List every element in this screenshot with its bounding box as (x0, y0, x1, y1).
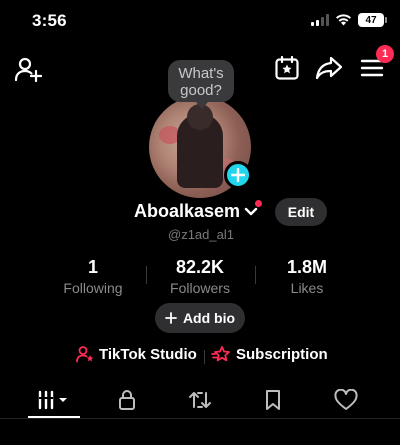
calendar-star-icon[interactable] (273, 54, 301, 82)
add-avatar-button[interactable] (224, 161, 252, 189)
plus-icon (165, 312, 177, 324)
wifi-icon (336, 14, 351, 26)
studio-person-icon (76, 346, 94, 363)
add-bio-button[interactable]: Add bio (155, 303, 245, 333)
status-note-bubble[interactable]: What's good? (168, 60, 234, 109)
add-bio-label: Add bio (182, 310, 236, 326)
following-label: Following (63, 280, 123, 296)
following-stat[interactable]: 1 Following (58, 257, 128, 296)
videos-grid-icon (38, 390, 67, 410)
plus-icon (231, 168, 245, 182)
username-row[interactable]: Aboalkasem (134, 201, 258, 222)
stat-divider (255, 266, 256, 284)
tab-liked[interactable] (322, 385, 370, 415)
creator-links: TikTok Studio Subscription (0, 345, 400, 369)
notification-badge: 1 (376, 45, 394, 63)
likes-label: Likes (290, 280, 324, 296)
subscription-star-icon (211, 346, 230, 362)
subscription-link[interactable]: Subscription (211, 345, 328, 363)
followers-count: 82.2K (175, 257, 225, 277)
add-friend-icon[interactable] (14, 55, 42, 83)
repost-icon (189, 392, 211, 408)
tab-videos[interactable] (28, 385, 80, 415)
battery-icon: 47 (358, 13, 387, 27)
tiktok-studio-link[interactable]: TikTok Studio (76, 345, 197, 363)
likes-stat[interactable]: 1.8M Likes (272, 257, 342, 296)
lock-icon (119, 390, 135, 410)
tab-private[interactable] (103, 385, 151, 415)
link-divider (204, 350, 205, 364)
user-handle: @z1ad_al1 (168, 227, 234, 242)
stat-divider (146, 266, 147, 284)
followers-label: Followers (170, 280, 230, 296)
chevron-down-icon (244, 207, 258, 215)
share-icon[interactable] (314, 54, 344, 82)
likes-count: 1.8M (286, 257, 328, 277)
followers-stat[interactable]: 82.2K Followers (160, 257, 240, 296)
tabs-divider (0, 418, 400, 419)
tab-saved[interactable] (249, 385, 297, 415)
status-icons: 47 (311, 13, 387, 27)
tiktok-studio-label: TikTok Studio (99, 345, 197, 363)
signal-icon (311, 14, 329, 26)
status-dot (255, 200, 262, 207)
username: Aboalkasem (134, 201, 241, 221)
following-count: 1 (87, 257, 98, 277)
tab-reposts[interactable] (176, 385, 224, 415)
bookmark-icon (266, 390, 280, 410)
profile-tabs (0, 385, 400, 425)
status-time: 3:56 (32, 11, 67, 30)
subscription-label: Subscription (236, 345, 328, 363)
heart-icon (334, 389, 358, 410)
edit-profile-button[interactable]: Edit (275, 198, 327, 226)
